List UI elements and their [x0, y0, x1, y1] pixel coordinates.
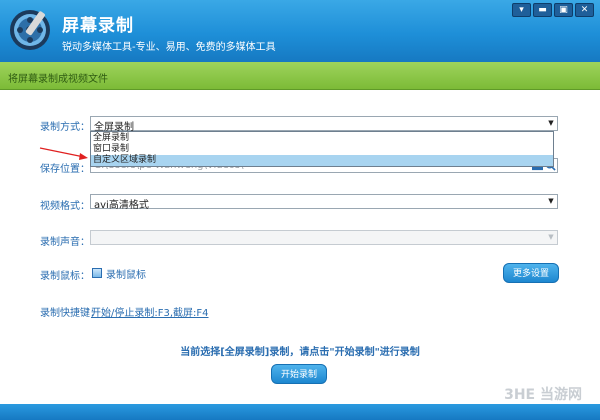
record-mode-option-window[interactable]: 窗口录制 — [91, 144, 553, 155]
record-cursor-checkbox-label[interactable]: 录制鼠标 — [106, 266, 146, 281]
audio-label: 录制声音： — [40, 237, 90, 248]
app-subtitle: 锐动多媒体工具-专业、易用、免费的多媒体工具 — [62, 42, 276, 53]
section-title: 将屏幕录制成视频文件 — [8, 74, 108, 85]
status-message: 当前选择[全屏录制]录制，请点击"开始录制"进行录制 — [180, 347, 420, 358]
video-format-select[interactable]: avi高清格式 ▼ — [90, 194, 558, 211]
save-location-label: 保存位置： — [40, 164, 90, 175]
watermark: 3HE 当游网 — [504, 387, 582, 403]
section-header: 将屏幕录制成视频文件 — [0, 62, 600, 90]
record-mode-option-custom-area[interactable]: 自定义区域录制 — [91, 155, 553, 166]
minimize-icon[interactable]: ▬ — [533, 3, 552, 17]
chevron-down-icon[interactable]: ▼ — [545, 231, 557, 244]
video-format-label: 视频格式： — [40, 201, 90, 212]
record-cursor-checkbox[interactable] — [92, 268, 102, 278]
record-mode-option-fullscreen[interactable]: 全屏录制 — [91, 133, 553, 144]
film-reel-logo-icon — [10, 10, 50, 50]
close-icon[interactable]: ✕ — [575, 3, 594, 17]
hotkey-link[interactable]: 开始/停止录制:F3,截屏:F4 — [91, 304, 209, 319]
chevron-down-icon[interactable]: ▼ — [545, 195, 557, 208]
bottom-bar — [0, 404, 600, 420]
more-settings-button[interactable]: 更多设置 — [503, 263, 559, 283]
restore-icon[interactable]: ▣ — [554, 3, 573, 17]
chevron-down-icon[interactable]: ▼ — [545, 117, 557, 130]
record-mode-label: 录制方式： — [40, 122, 90, 133]
audio-select[interactable]: ▼ — [90, 230, 558, 245]
cursor-label: 录制鼠标： — [40, 271, 90, 282]
title-bar: 屏幕录制 锐动多媒体工具-专业、易用、免费的多媒体工具 ▾ ▬ ▣ ✕ — [0, 0, 600, 62]
record-mode-dropdown-list: 全屏录制 窗口录制 自定义区域录制 — [90, 131, 554, 167]
video-format-value: avi高清格式 — [94, 200, 149, 211]
record-mode-select[interactable]: 全屏录制 ▼ — [90, 116, 558, 133]
app-title: 屏幕录制 — [62, 16, 134, 36]
menu-icon[interactable]: ▾ — [512, 3, 531, 17]
start-record-button[interactable]: 开始录制 — [271, 364, 327, 384]
window-controls: ▾ ▬ ▣ ✕ — [512, 3, 594, 17]
